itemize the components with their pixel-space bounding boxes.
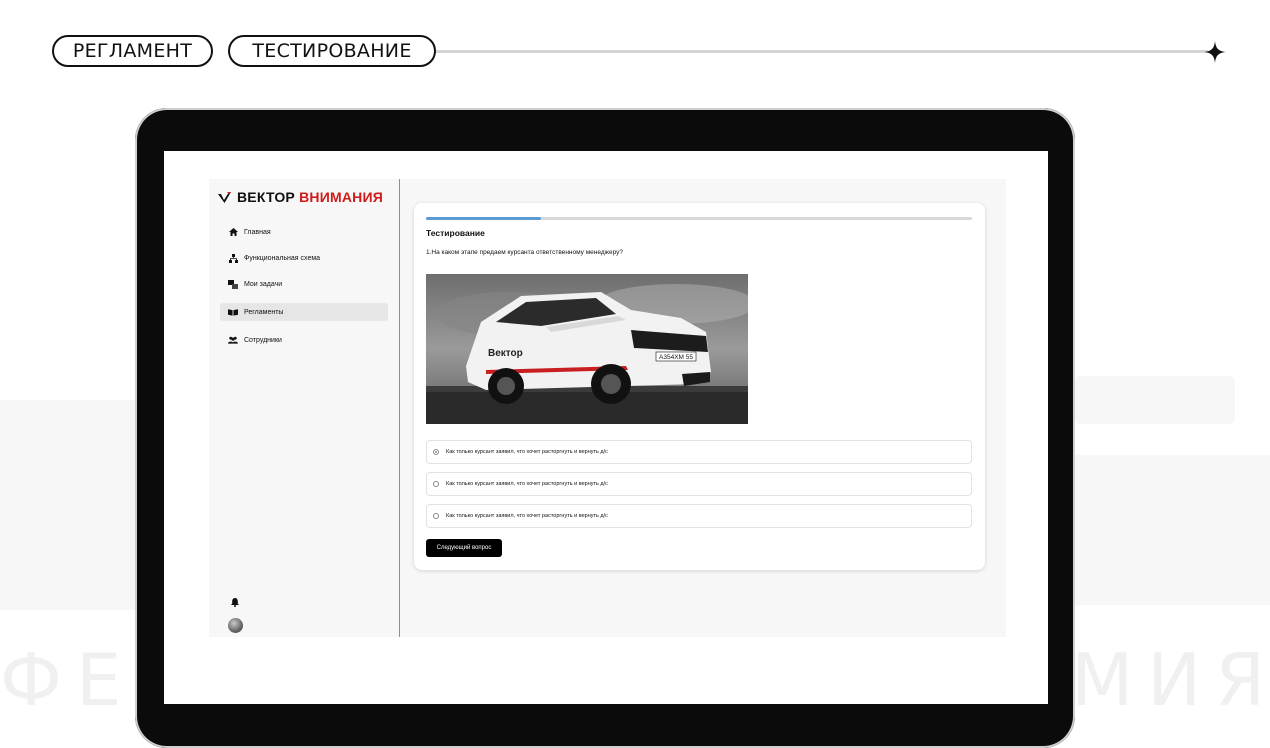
answer-option-3[interactable]: Как только курсант заявил, что хочет рас…: [426, 504, 972, 528]
laptop-screen: ВЕКТОР ВНИМАНИЯ Главная Функциональная с…: [164, 151, 1048, 704]
tag-testing: ТЕСТИРОВАНИЕ: [228, 35, 436, 67]
answer-option-label: Как только курсант заявил, что хочет рас…: [446, 481, 608, 487]
header-divider-line: [436, 50, 1208, 53]
users-icon: [228, 335, 238, 345]
sidebar-item-regulations[interactable]: Регламенты: [220, 303, 388, 321]
answer-option-1[interactable]: Как только курсант заявил, что хочет рас…: [426, 440, 972, 464]
tasks-icon: [228, 279, 238, 289]
background-letter-shape: [1075, 455, 1270, 605]
sidebar-item-functional-scheme[interactable]: Функциональная схема: [220, 249, 388, 267]
book-icon: [228, 307, 238, 317]
logo-text: ВЕКТОР ВНИМАНИЯ: [237, 189, 383, 205]
sidebar-item-label: Главная: [244, 228, 271, 236]
sidebar-item-label: Функциональная схема: [244, 254, 321, 262]
question-image: А354ХМ 55 Вектор: [426, 274, 748, 424]
home-icon: [228, 227, 238, 237]
radio-button[interactable]: [433, 449, 439, 455]
sidebar-item-label: Мои задачи: [244, 280, 283, 288]
bell-icon[interactable]: [231, 598, 239, 607]
avatar[interactable]: [228, 618, 243, 633]
answer-option-label: Как только курсант заявил, что хочет рас…: [446, 449, 608, 455]
sidebar-item-label: Регламенты: [244, 308, 284, 316]
car-brand-text: Вектор: [488, 348, 523, 359]
test-card: Тестирование 1.На каком этапе предаем ку…: [414, 203, 985, 570]
hierarchy-icon: [228, 253, 238, 263]
app-logo[interactable]: ВЕКТОР ВНИМАНИЯ: [218, 189, 383, 205]
radio-button[interactable]: [433, 481, 439, 487]
sidebar-item-employees[interactable]: Сотрудники: [220, 331, 388, 349]
test-progress-bar: [426, 217, 972, 220]
sidebar-item-my-tasks[interactable]: Мои задачи: [220, 275, 388, 293]
background-letter-shape: [1075, 376, 1235, 424]
radio-button[interactable]: [433, 513, 439, 519]
question-text: 1.На каком этапе предаем курсанта ответс…: [426, 249, 624, 256]
sidebar: ВЕКТОР ВНИМАНИЯ Главная Функциональная с…: [209, 179, 400, 637]
sidebar-item-label: Сотрудники: [244, 336, 282, 344]
answer-option-label: Как только курсант заявил, что хочет рас…: [446, 513, 608, 519]
sparkle-icon: [1204, 41, 1226, 63]
license-plate-text: А354ХМ 55: [659, 354, 693, 361]
app-window: ВЕКТОР ВНИМАНИЯ Главная Функциональная с…: [209, 179, 1006, 637]
answer-option-2[interactable]: Как только курсант заявил, что хочет рас…: [426, 472, 972, 496]
background-letter-shape: [0, 400, 135, 610]
test-progress-fill: [426, 217, 541, 220]
next-question-button[interactable]: Следующий вопрос: [426, 539, 502, 557]
test-title: Тестирование: [426, 228, 485, 238]
sidebar-item-home[interactable]: Главная: [220, 223, 388, 241]
logo-check-icon: [218, 191, 231, 203]
tag-regulation: РЕГЛАМЕНТ: [52, 35, 213, 67]
